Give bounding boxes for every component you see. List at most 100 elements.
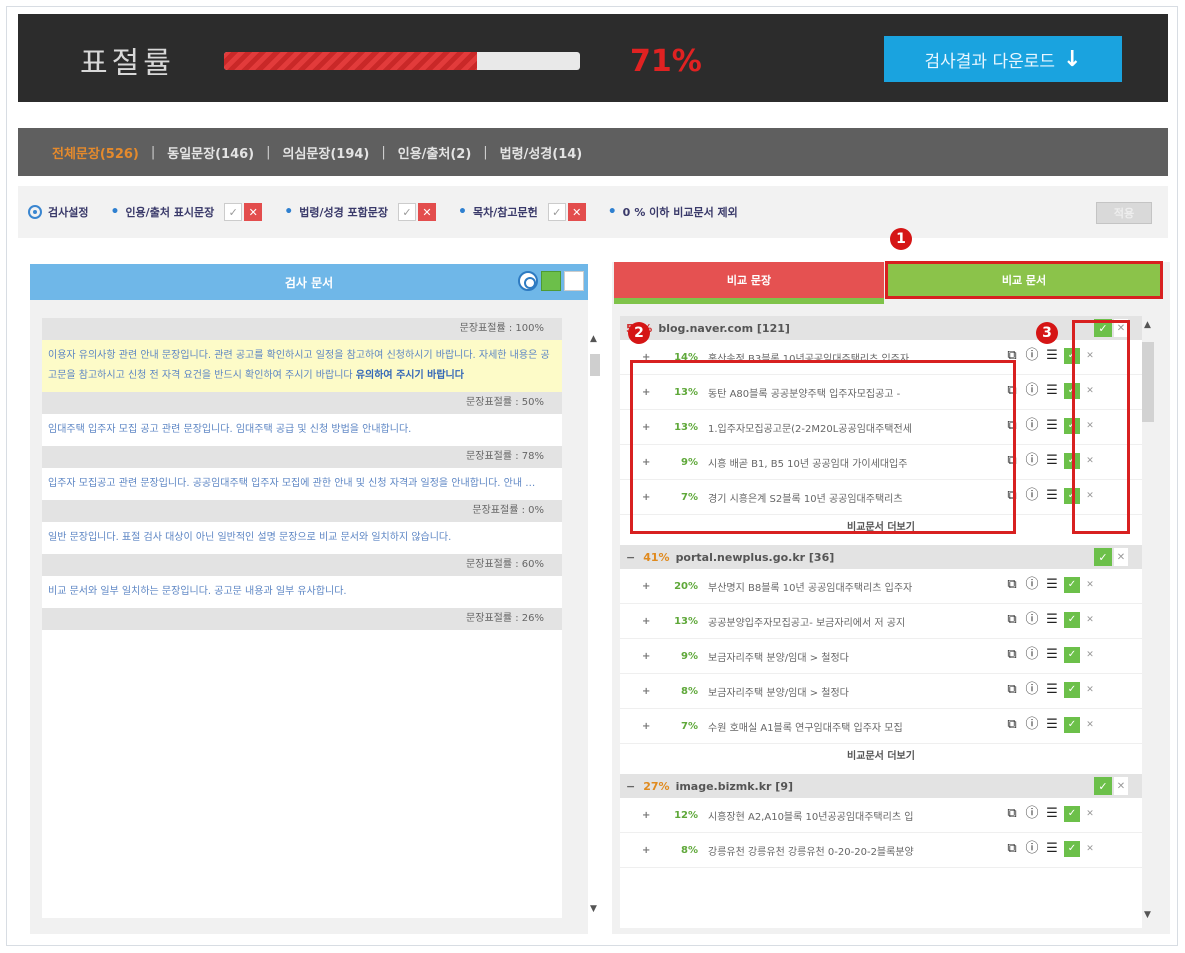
tab-compare-document[interactable]: 비교 문서 [885,261,1163,299]
list-icon[interactable]: ☰ [1044,647,1060,663]
info-icon[interactable]: ⓘ [1024,577,1040,593]
external-link-icon[interactable]: ⧉ [1004,577,1020,593]
list-icon[interactable]: ☰ [1044,348,1060,364]
external-link-icon[interactable]: ⧉ [1004,806,1020,822]
list-icon[interactable]: ☰ [1044,841,1060,857]
list-icon[interactable]: ☰ [1044,577,1060,593]
category-tab[interactable]: 의심문장(194) [283,143,370,162]
item-include-check-icon[interactable]: ✓ [1064,647,1080,663]
list-icon[interactable]: ☰ [1044,717,1060,733]
citation-include-toggle[interactable]: ✓ [224,203,243,221]
expand-icon[interactable]: + [642,616,658,627]
apply-button[interactable]: 적용 [1096,202,1152,224]
scroll-up-icon[interactable]: ▲ [590,334,597,344]
category-tab[interactable]: 전체문장(526) [52,143,139,162]
law-exclude-toggle[interactable]: ✕ [418,203,437,221]
comparison-item[interactable]: +7% 수원 호매실 A1블록 연구임대주택 입주자 모집 ⧉ ⓘ ☰ ✓ ✕ [620,709,1142,744]
category-tab[interactable]: 인용/출처(2) [398,143,472,162]
item-include-check-icon[interactable]: ✓ [1064,682,1080,698]
item-include-check-icon[interactable]: ✓ [1064,841,1080,857]
left-scrollbar[interactable]: ▲ ▼ [590,334,600,914]
scroll-up-icon[interactable]: ▲ [1144,320,1151,330]
list-icon[interactable]: ☰ [1044,806,1060,822]
source-include-check-icon[interactable]: ✓ [1094,548,1112,566]
list-icon[interactable]: ☰ [1044,418,1060,434]
right-scrollbar[interactable]: ▲ ▼ [1142,320,1156,920]
info-icon[interactable]: ⓘ [1024,453,1040,469]
source-include-check-icon[interactable]: ✓ [1094,777,1112,795]
list-icon[interactable]: ☰ [1044,612,1060,628]
sentence-text[interactable]: 입주자 모집공고 관련 문장입니다. 공공임대주택 입주자 모집에 관한 안내 … [42,468,562,500]
comparison-item[interactable]: +9% 보금자리주택 분양/임대 > 철정다 ⧉ ⓘ ☰ ✓ ✕ [620,639,1142,674]
sentence-text[interactable]: 임대주택 입주자 모집 공고 관련 문장입니다. 임대주택 공급 및 신청 방법… [42,414,562,446]
info-icon[interactable]: ⓘ [1024,488,1040,504]
item-title[interactable]: 보금자리주택 분양/임대 > 철정다 [708,649,1008,664]
comparison-item[interactable]: +8% 강릉유천 강릉유천 강릉유천 0-20-20-2블록분양 ⧉ ⓘ ☰ ✓ ✕ [620,833,1142,868]
item-title[interactable]: 수원 호매실 A1블록 연구임대주택 입주자 모집 [708,719,1008,734]
expand-icon[interactable]: + [642,845,658,856]
sentence-text[interactable]: 일반 문장입니다. 표절 검사 대상이 아닌 일반적인 설명 문장으로 비교 문… [42,522,562,554]
item-title[interactable]: 시흥장현 A2,A10블록 10년공공임대주택리츠 입 [708,808,1008,823]
comparison-item[interactable]: +13% 공공분양입주자모집공고- 보금자리에서 저 공지 ⧉ ⓘ ☰ ✓ ✕ [620,604,1142,639]
info-icon[interactable]: ⓘ [1024,717,1040,733]
list-icon[interactable]: ☰ [1044,453,1060,469]
toc-include-toggle[interactable]: ✓ [547,203,566,221]
item-exclude-icon[interactable]: ✕ [1084,612,1096,628]
source-header[interactable]: −41% portal.newplus.go.kr [36] ✓ ✕ [620,545,1142,569]
list-icon[interactable]: ☰ [1044,682,1060,698]
source-header[interactable]: 55%blog.naver.com [121]✓✕ [620,316,1142,340]
expand-icon[interactable]: + [642,581,658,592]
scroll-down-icon[interactable]: ▼ [1144,910,1151,920]
item-exclude-icon[interactable]: ✕ [1084,647,1096,663]
source-header[interactable]: −27% image.bizmk.kr [9] ✓ ✕ [620,774,1142,798]
sentence-text[interactable]: 비교 문서와 일부 일치하는 문장입니다. 공고문 내용과 일부 유사합니다. [42,576,562,608]
info-icon[interactable]: ⓘ [1024,682,1040,698]
threshold-input[interactable]: 0 [623,206,631,219]
expand-icon[interactable]: + [642,810,658,821]
view-mode-list-icon[interactable] [564,271,584,291]
info-icon[interactable]: ⓘ [1024,841,1040,857]
comparison-item[interactable]: +12% 시흥장현 A2,A10블록 10년공공임대주택리츠 입 ⧉ ⓘ ☰ ✓ ✕ [620,798,1142,833]
external-link-icon[interactable]: ⧉ [1004,682,1020,698]
external-link-icon[interactable]: ⧉ [1004,612,1020,628]
info-icon[interactable]: ⓘ [1024,612,1040,628]
item-title[interactable]: 강릉유천 강릉유천 강릉유천 0-20-20-2블록분양 [708,843,1008,858]
info-icon[interactable]: ⓘ [1024,348,1040,364]
item-exclude-icon[interactable]: ✕ [1084,806,1096,822]
scroll-thumb[interactable] [590,354,600,376]
item-include-check-icon[interactable]: ✓ [1064,577,1080,593]
item-title[interactable]: 공공분양입주자모집공고- 보금자리에서 저 공지 [708,614,1008,629]
external-link-icon[interactable]: ⧉ [1004,717,1020,733]
law-include-toggle[interactable]: ✓ [398,203,417,221]
toc-exclude-toggle[interactable]: ✕ [567,203,586,221]
item-include-check-icon[interactable]: ✓ [1064,612,1080,628]
list-icon[interactable]: ☰ [1044,488,1060,504]
source-exclude-icon[interactable]: ✕ [1114,777,1128,795]
info-icon[interactable]: ⓘ [1024,383,1040,399]
item-exclude-icon[interactable]: ✕ [1084,682,1096,698]
tab-compare-sentence[interactable]: 비교 문장 [614,262,884,304]
download-results-button[interactable]: 검사결과 다운로드 ↓ [884,36,1122,82]
item-exclude-icon[interactable]: ✕ [1084,841,1096,857]
settings-gear-icon[interactable] [518,271,538,291]
comparison-item[interactable]: +20% 부산명지 B8블록 10년 공공임대주택리츠 입주자 ⧉ ⓘ ☰ ✓ ✕ [620,569,1142,604]
view-mode-green-icon[interactable] [541,271,561,291]
source-exclude-icon[interactable]: ✕ [1114,548,1128,566]
info-icon[interactable]: ⓘ [1024,806,1040,822]
sentence-text[interactable]: 이용자 유의사항 관련 안내 문장입니다. 관련 공고를 확인하시고 일정을 참… [42,340,562,392]
expand-icon[interactable]: + [642,651,658,662]
list-icon[interactable]: ☰ [1044,383,1060,399]
external-link-icon[interactable]: ⧉ [1004,647,1020,663]
comparison-item[interactable]: +8% 보금자리주택 분양/임대 > 철정다 ⧉ ⓘ ☰ ✓ ✕ [620,674,1142,709]
category-tab[interactable]: 법령/성경(14) [500,143,583,162]
item-include-check-icon[interactable]: ✓ [1064,806,1080,822]
collapse-icon[interactable]: − [626,551,635,564]
item-title[interactable]: 보금자리주택 분양/임대 > 철정다 [708,684,1008,699]
external-link-icon[interactable]: ⧉ [1004,841,1020,857]
info-icon[interactable]: ⓘ [1024,418,1040,434]
item-exclude-icon[interactable]: ✕ [1084,717,1096,733]
scroll-thumb[interactable] [1142,342,1154,422]
show-more-button[interactable]: 비교문서 더보기 [620,744,1142,774]
item-title[interactable]: 부산명지 B8블록 10년 공공임대주택리츠 입주자 [708,579,1008,594]
citation-exclude-toggle[interactable]: ✕ [244,203,263,221]
